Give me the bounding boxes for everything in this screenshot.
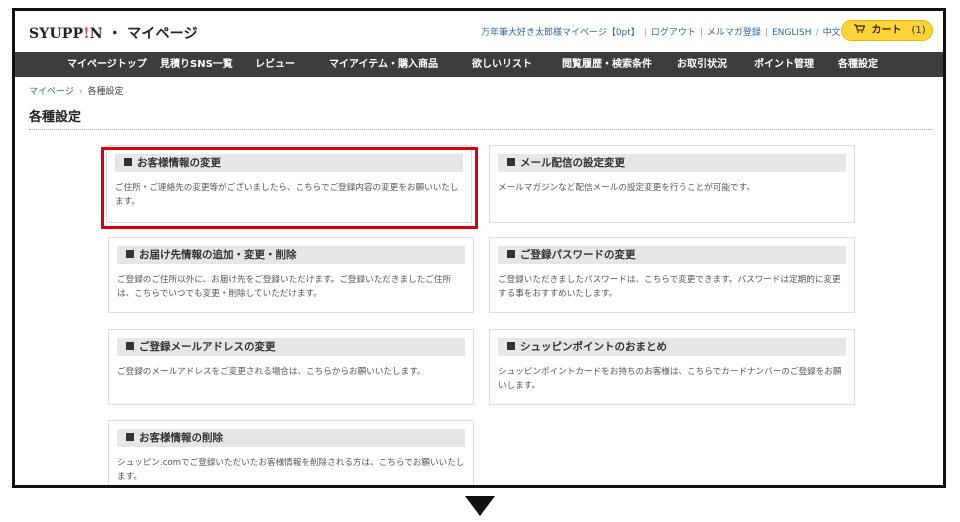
logo-text: SYUPP — [29, 26, 84, 42]
card-description: ご登録のメールアドレスをご変更される場合は、こちらからお願いいたします。 — [117, 367, 426, 377]
title-divider — [29, 129, 933, 130]
cart-label: カート — [871, 25, 902, 36]
card-point-merge[interactable]: シュッピンポイントのおまとめ シュッピンポイントカードをお持ちのお客様は、こちら… — [489, 329, 855, 405]
logo-suffix: ・ マイページ — [102, 26, 198, 42]
main-nav: マイページトップ 見積りSNS一覧 レビュー マイアイテム・購入商品 欲しいリス… — [15, 52, 943, 77]
breadcrumb: マイページ › 各種設定 — [29, 84, 123, 97]
page-frame: SYUPP!N ・ マイページ 万年筆大好き太郎様マイページ【0pt】 | ログアウ… — [12, 8, 946, 488]
nav-quote-sns[interactable]: 見積りSNS一覧 — [160, 52, 233, 77]
card-mail-settings[interactable]: メール配信の設定変更 メールマガジンなど配信メールの設定変更を行うことが可能です… — [489, 145, 855, 223]
page-title: 各種設定 — [29, 110, 82, 125]
user-mypage-link[interactable]: 万年筆大好き太郎様マイページ【0pt】 — [481, 28, 640, 38]
bullet-square-icon — [507, 250, 515, 258]
card-description: シュッピンポイントカードをお持ちのお客様は、こちらでカードナンバーのご登録をお願… — [498, 367, 842, 391]
bullet-square-icon — [126, 250, 134, 258]
logo-rest: N — [89, 26, 103, 42]
bullet-square-icon — [126, 433, 134, 441]
card-password[interactable]: ご登録パスワードの変更 ご登録いただきましたパスワードは、こちらで変更できます。… — [489, 237, 855, 313]
newsletter-link[interactable]: メルマガ登録 — [707, 28, 761, 38]
breadcrumb-separator: › — [78, 87, 83, 97]
card-title[interactable]: お届け先情報の追加・変更・削除 — [139, 249, 297, 261]
nav-mypage-top[interactable]: マイページトップ — [67, 52, 147, 77]
card-title[interactable]: ご登録メールアドレスの変更 — [139, 341, 276, 353]
nav-review[interactable]: レビュー — [255, 52, 295, 77]
card-email-address[interactable]: ご登録メールアドレスの変更 ご登録のメールアドレスをご変更される場合は、こちらか… — [108, 329, 474, 405]
nav-transactions[interactable]: お取引状況 — [677, 52, 727, 77]
nav-wish-list[interactable]: 欲しいリスト — [472, 52, 532, 77]
breadcrumb-current: 各種設定 — [87, 87, 124, 97]
card-title[interactable]: シュッピンポイントのおまとめ — [520, 341, 667, 353]
nav-points[interactable]: ポイント管理 — [754, 52, 814, 77]
cart-count: (1) — [911, 25, 926, 36]
chinese-link[interactable]: 中文 — [823, 28, 841, 38]
breadcrumb-home[interactable]: マイページ — [29, 87, 74, 97]
cart-icon — [854, 24, 868, 36]
card-description: メールマガジンなど配信メールの設定変更を行うことが可能です。 — [498, 183, 755, 193]
card-description: ご登録のご住所以外に、お届け先をご登録いただけます。ご登録いただきましたご住所は… — [117, 275, 452, 299]
card-description: シュッピン.comでご登録いただいたお客様情報を削除される方は、こちらでお願いい… — [117, 458, 465, 482]
bullet-square-icon — [507, 342, 515, 350]
highlight-box — [101, 147, 478, 229]
english-link[interactable]: ENGLISH — [772, 28, 812, 38]
card-delete-account[interactable]: お客様情報の削除 シュッピン.comでご登録いただいたお客様情報を削除される方は… — [108, 420, 474, 485]
utility-links: 万年筆大好き太郎様マイページ【0pt】 | ログアウト | メルマガ登録 | ENGLISH… — [481, 28, 841, 38]
header: SYUPP!N ・ マイページ 万年筆大好き太郎様マイページ【0pt】 | ログアウ… — [15, 11, 943, 51]
bullet-square-icon — [507, 158, 515, 166]
card-title[interactable]: ご登録パスワードの変更 — [520, 249, 636, 261]
card-title[interactable]: メール配信の設定変更 — [520, 157, 625, 169]
nav-history[interactable]: 閲覧履歴・検索条件 — [562, 52, 652, 77]
cart-button[interactable]: カート (1) — [841, 20, 933, 41]
card-delivery-address[interactable]: お届け先情報の追加・変更・削除 ご登録のご住所以外に、お届け先をご登録いただけま… — [108, 237, 474, 313]
nav-my-items[interactable]: マイアイテム・購入商品 — [329, 52, 438, 77]
nav-settings[interactable]: 各種設定 — [838, 52, 878, 77]
card-title[interactable]: お客様情報の削除 — [139, 432, 223, 444]
site-logo[interactable]: SYUPP!N ・ マイページ — [29, 23, 198, 43]
down-arrow-icon — [465, 496, 495, 516]
bullet-square-icon — [126, 342, 134, 350]
logout-link[interactable]: ログアウト — [651, 28, 696, 38]
card-description: ご登録いただきましたパスワードは、こちらで変更できます。パスワードは定期的に変更… — [498, 275, 841, 299]
